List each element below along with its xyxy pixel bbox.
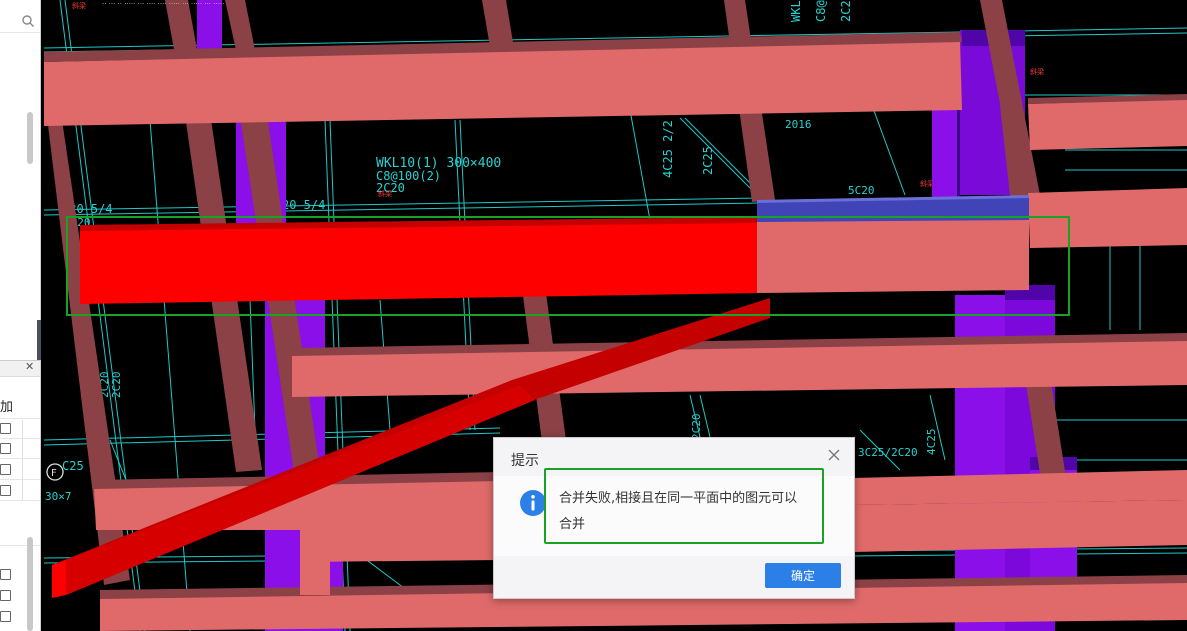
svg-text:20 5/4: 20 5/4 <box>282 198 325 212</box>
divider <box>0 479 40 480</box>
panel-column-label: 加 <box>0 400 14 415</box>
svg-text:F: F <box>51 468 57 479</box>
row-checkbox[interactable] <box>0 611 11 622</box>
viewport-caption: ·· ··· ·· ····· ··· ···· ···· ····· ··· … <box>102 0 225 8</box>
info-icon <box>520 490 546 516</box>
svg-text:3C25/2C20: 3C25/2C20 <box>858 446 918 459</box>
svg-text:2C25: 2C25 <box>701 146 715 175</box>
svg-text:4C25 2/2: 4C25 2/2 <box>661 120 675 178</box>
svg-text:30×7: 30×7 <box>45 490 72 503</box>
svg-text:5C20: 5C20 <box>848 184 875 197</box>
row-checkbox[interactable] <box>0 590 11 601</box>
dialog-title: 提示 <box>511 453 539 469</box>
dialog-body: 合并失败,相接且在同一平面中的图元可以 合并 <box>494 476 854 556</box>
svg-text:斜梁: 斜梁 <box>920 179 934 188</box>
svg-text:斜梁: 斜梁 <box>1030 67 1044 76</box>
selected-beam[interactable] <box>80 217 1029 304</box>
dialog-message-line-1: 合并失败,相接且在同一平面中的图元可以 <box>559 491 798 506</box>
dialog-message: 合并失败,相接且在同一平面中的图元可以 合并 <box>559 486 829 538</box>
row-checkbox[interactable] <box>0 485 11 496</box>
svg-text:斜梁: 斜梁 <box>378 189 392 198</box>
divider <box>0 545 40 546</box>
divider <box>0 32 40 33</box>
panel-close-icon[interactable]: ✕ <box>25 361 34 373</box>
row-checkbox[interactable] <box>0 569 11 580</box>
divider <box>0 438 40 439</box>
scrollbar-thumb[interactable] <box>27 112 33 164</box>
svg-text:2C25: 2C25 <box>839 0 853 22</box>
svg-text:2016: 2016 <box>785 118 812 131</box>
divider <box>0 418 40 419</box>
svg-text:C8@100: C8@100 <box>814 0 828 22</box>
panel-edge <box>37 320 41 360</box>
svg-text:2C20: 2C20 <box>110 372 123 399</box>
row-checkbox[interactable] <box>0 423 11 434</box>
app-window: ✕ 加 WKL10(1) 300×400 C8@100(2) 2C20 C20 … <box>0 0 1187 631</box>
scrollbar-thumb[interactable] <box>27 537 33 631</box>
divider <box>22 420 23 500</box>
divider <box>0 500 40 501</box>
svg-text:4C25: 4C25 <box>925 429 938 456</box>
left-panel: ✕ 加 <box>0 0 41 631</box>
svg-text:WKL10(1): WKL10(1) <box>789 0 803 22</box>
divider <box>0 458 40 459</box>
message-dialog: 提示 合并失败,相接且在同一平面中的图元可以 合并 确定 <box>493 437 855 599</box>
svg-text:斜梁: 斜梁 <box>72 1 86 10</box>
search-icon[interactable] <box>21 14 35 28</box>
ok-button[interactable]: 确定 <box>765 563 841 588</box>
close-icon[interactable] <box>827 448 841 462</box>
dialog-message-line-2: 合并 <box>559 517 586 532</box>
row-checkbox[interactable] <box>0 443 11 454</box>
row-checkbox[interactable] <box>0 464 11 475</box>
